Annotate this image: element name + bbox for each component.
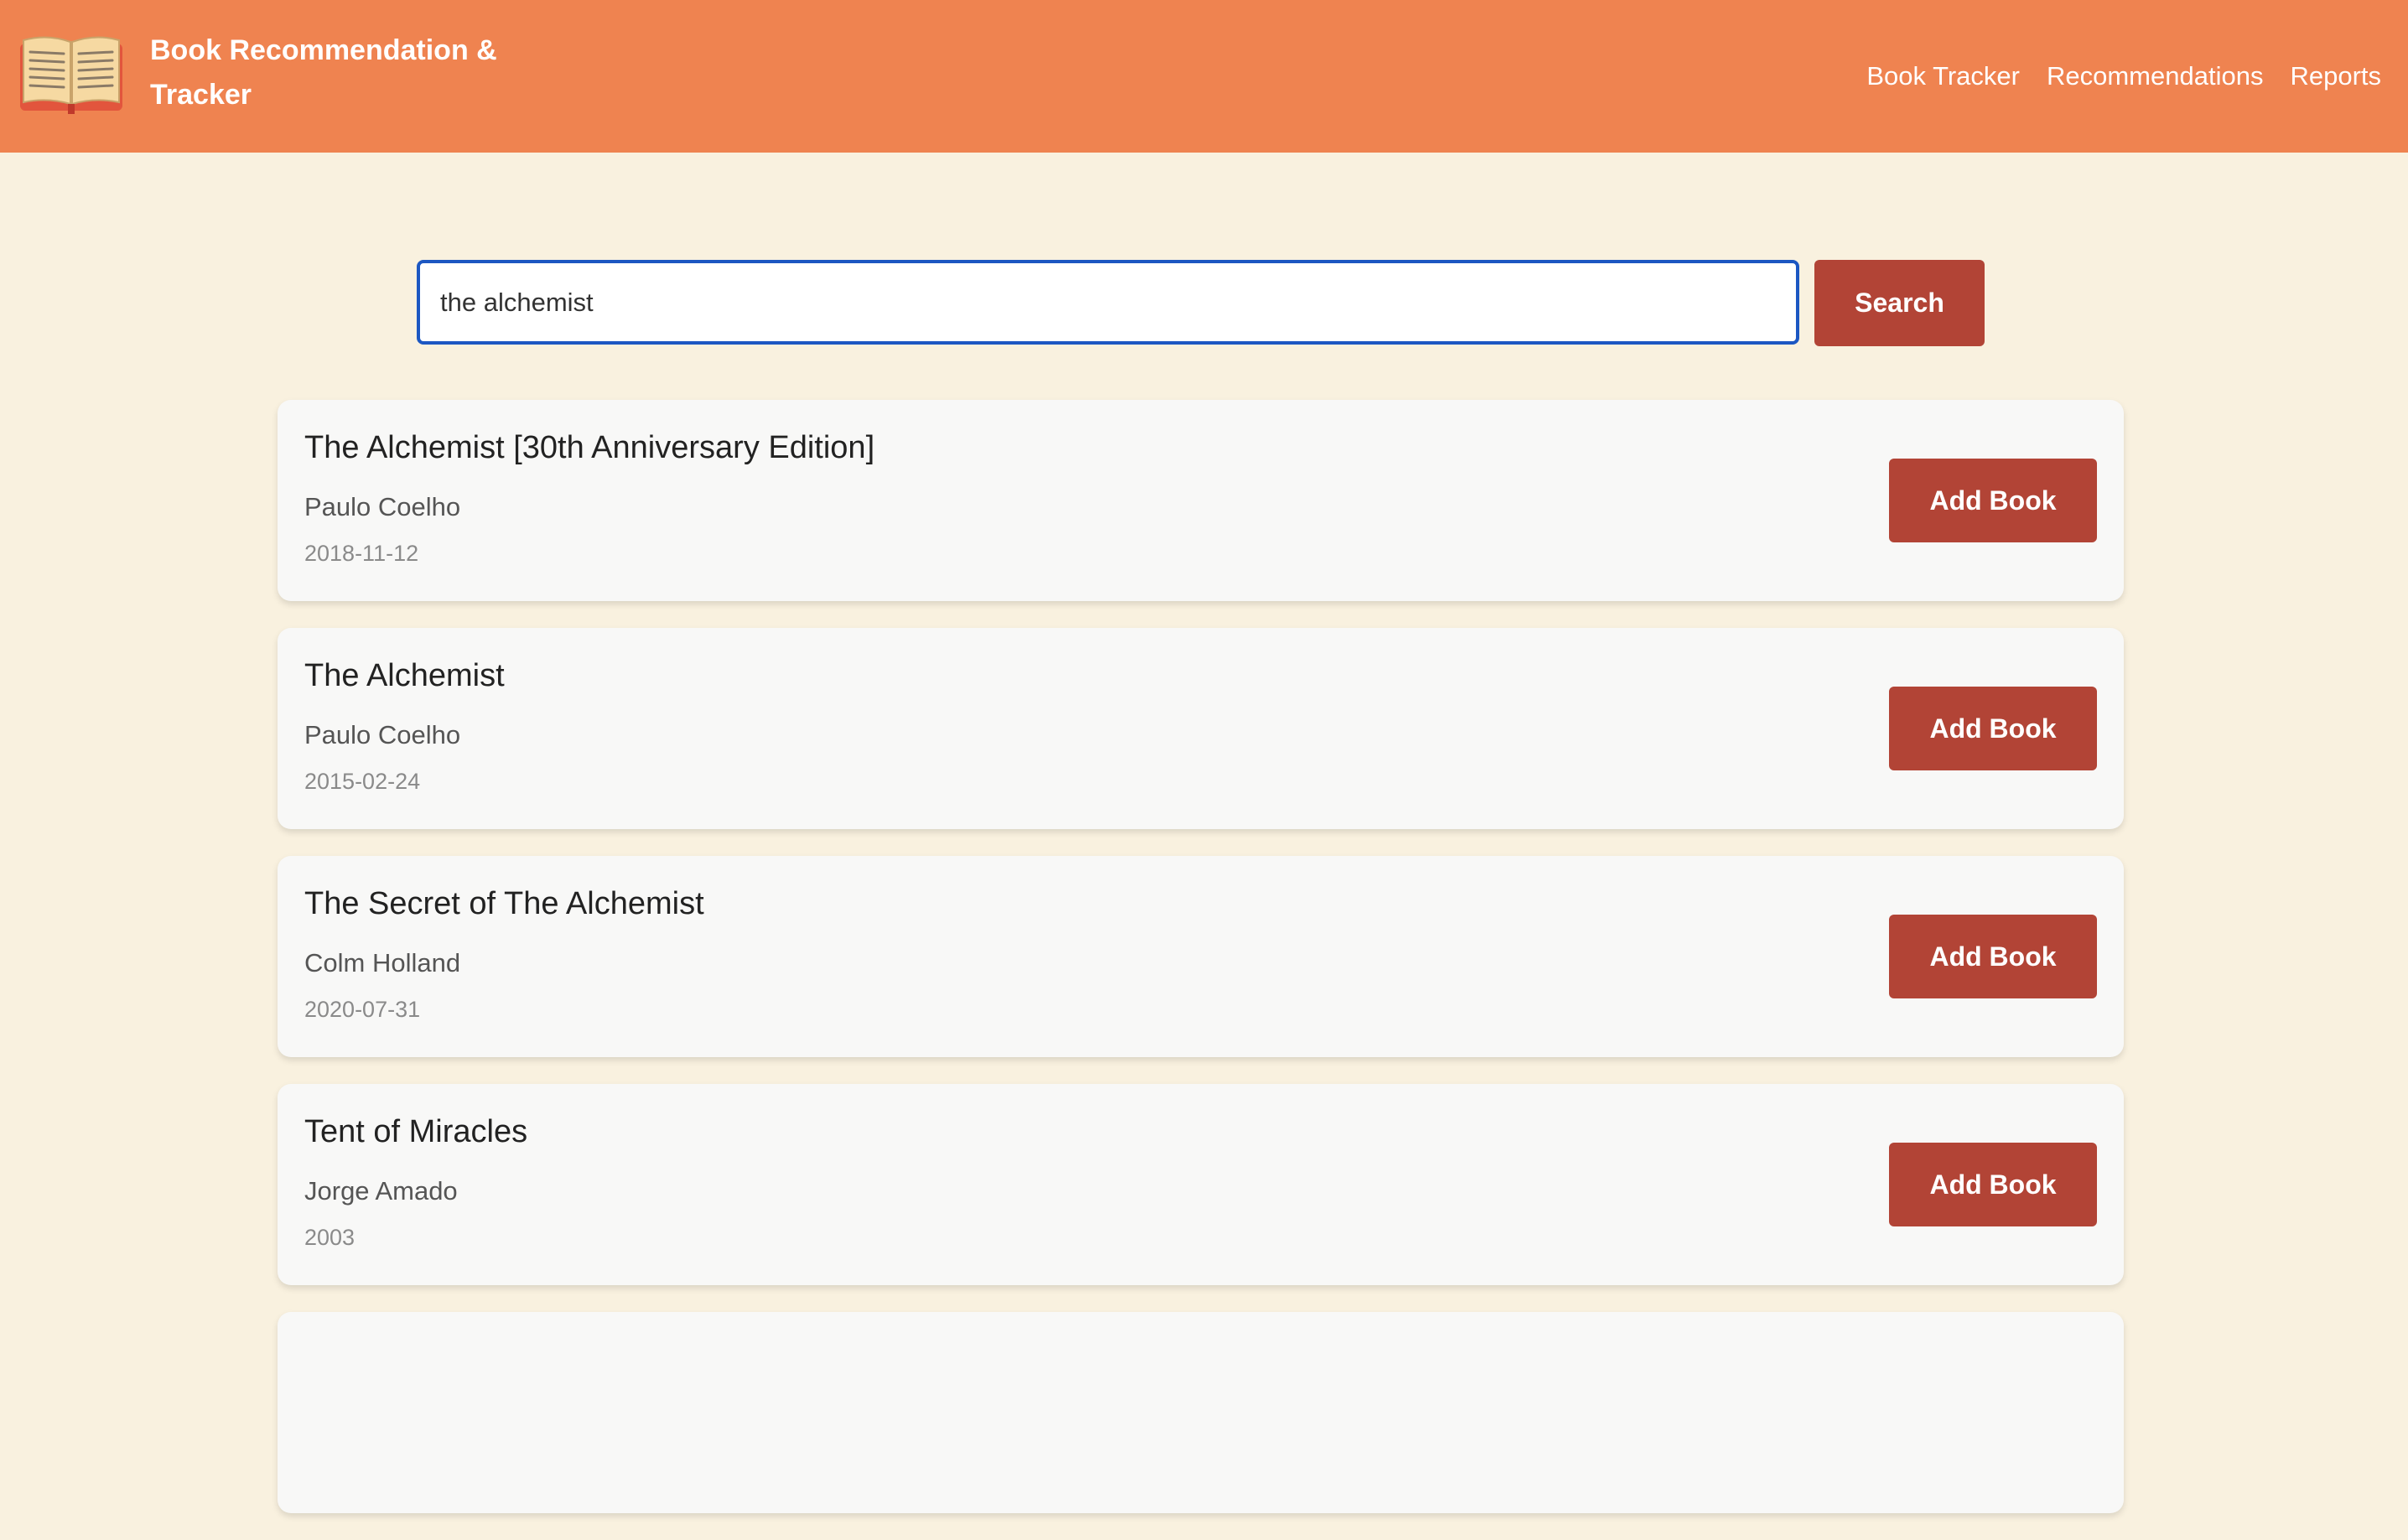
nav-reports[interactable]: Reports (2290, 55, 2381, 97)
book-title: Tent of Miracles (304, 1114, 528, 1149)
book-card: Tent of Miracles Jorge Amado 2003 Add Bo… (278, 1084, 2124, 1285)
book-date: 2015-02-24 (304, 769, 421, 794)
book-date: 2018-11-12 (304, 541, 419, 566)
add-book-button[interactable]: Add Book (1889, 459, 2097, 542)
book-card: The Alchemist Paulo Coelho 2015-02-24 Ad… (278, 628, 2124, 829)
book-title: The Secret of The Alchemist (304, 886, 704, 921)
book-date: 2020-07-31 (304, 997, 421, 1022)
add-book-button[interactable]: Add Book (1889, 1143, 2097, 1226)
open-book-icon (20, 36, 122, 114)
book-title: The Alchemist [30th Anniversary Edition] (304, 430, 875, 465)
nav-recommendations[interactable]: Recommendations (2047, 55, 2263, 97)
book-author: Paulo Coelho (304, 492, 461, 521)
book-title: The Alchemist (304, 658, 505, 693)
search-input[interactable] (417, 260, 1799, 345)
add-book-button[interactable]: Add Book (1889, 687, 2097, 770)
search-button[interactable]: Search (1814, 260, 1985, 346)
app-header: Book Recommendation & Tracker Book Track… (0, 0, 2408, 153)
book-author: Jorge Amado (304, 1176, 458, 1206)
book-card: The Secret of The Alchemist Colm Holland… (278, 856, 2124, 1057)
book-author: Paulo Coelho (304, 720, 461, 749)
book-date: 2003 (304, 1225, 355, 1250)
results-list: The Alchemist [30th Anniversary Edition]… (278, 400, 2124, 1540)
main-nav: Book Tracker Recommendations Reports (1866, 55, 2381, 97)
book-author: Colm Holland (304, 948, 461, 977)
book-card: The Alchemist [30th Anniversary Edition]… (278, 400, 2124, 601)
add-book-button[interactable]: Add Book (1889, 915, 2097, 998)
app-title: Book Recommendation & Tracker (150, 34, 497, 111)
book-card-partial (278, 1312, 2124, 1513)
nav-book-tracker[interactable]: Book Tracker (1866, 55, 2020, 97)
